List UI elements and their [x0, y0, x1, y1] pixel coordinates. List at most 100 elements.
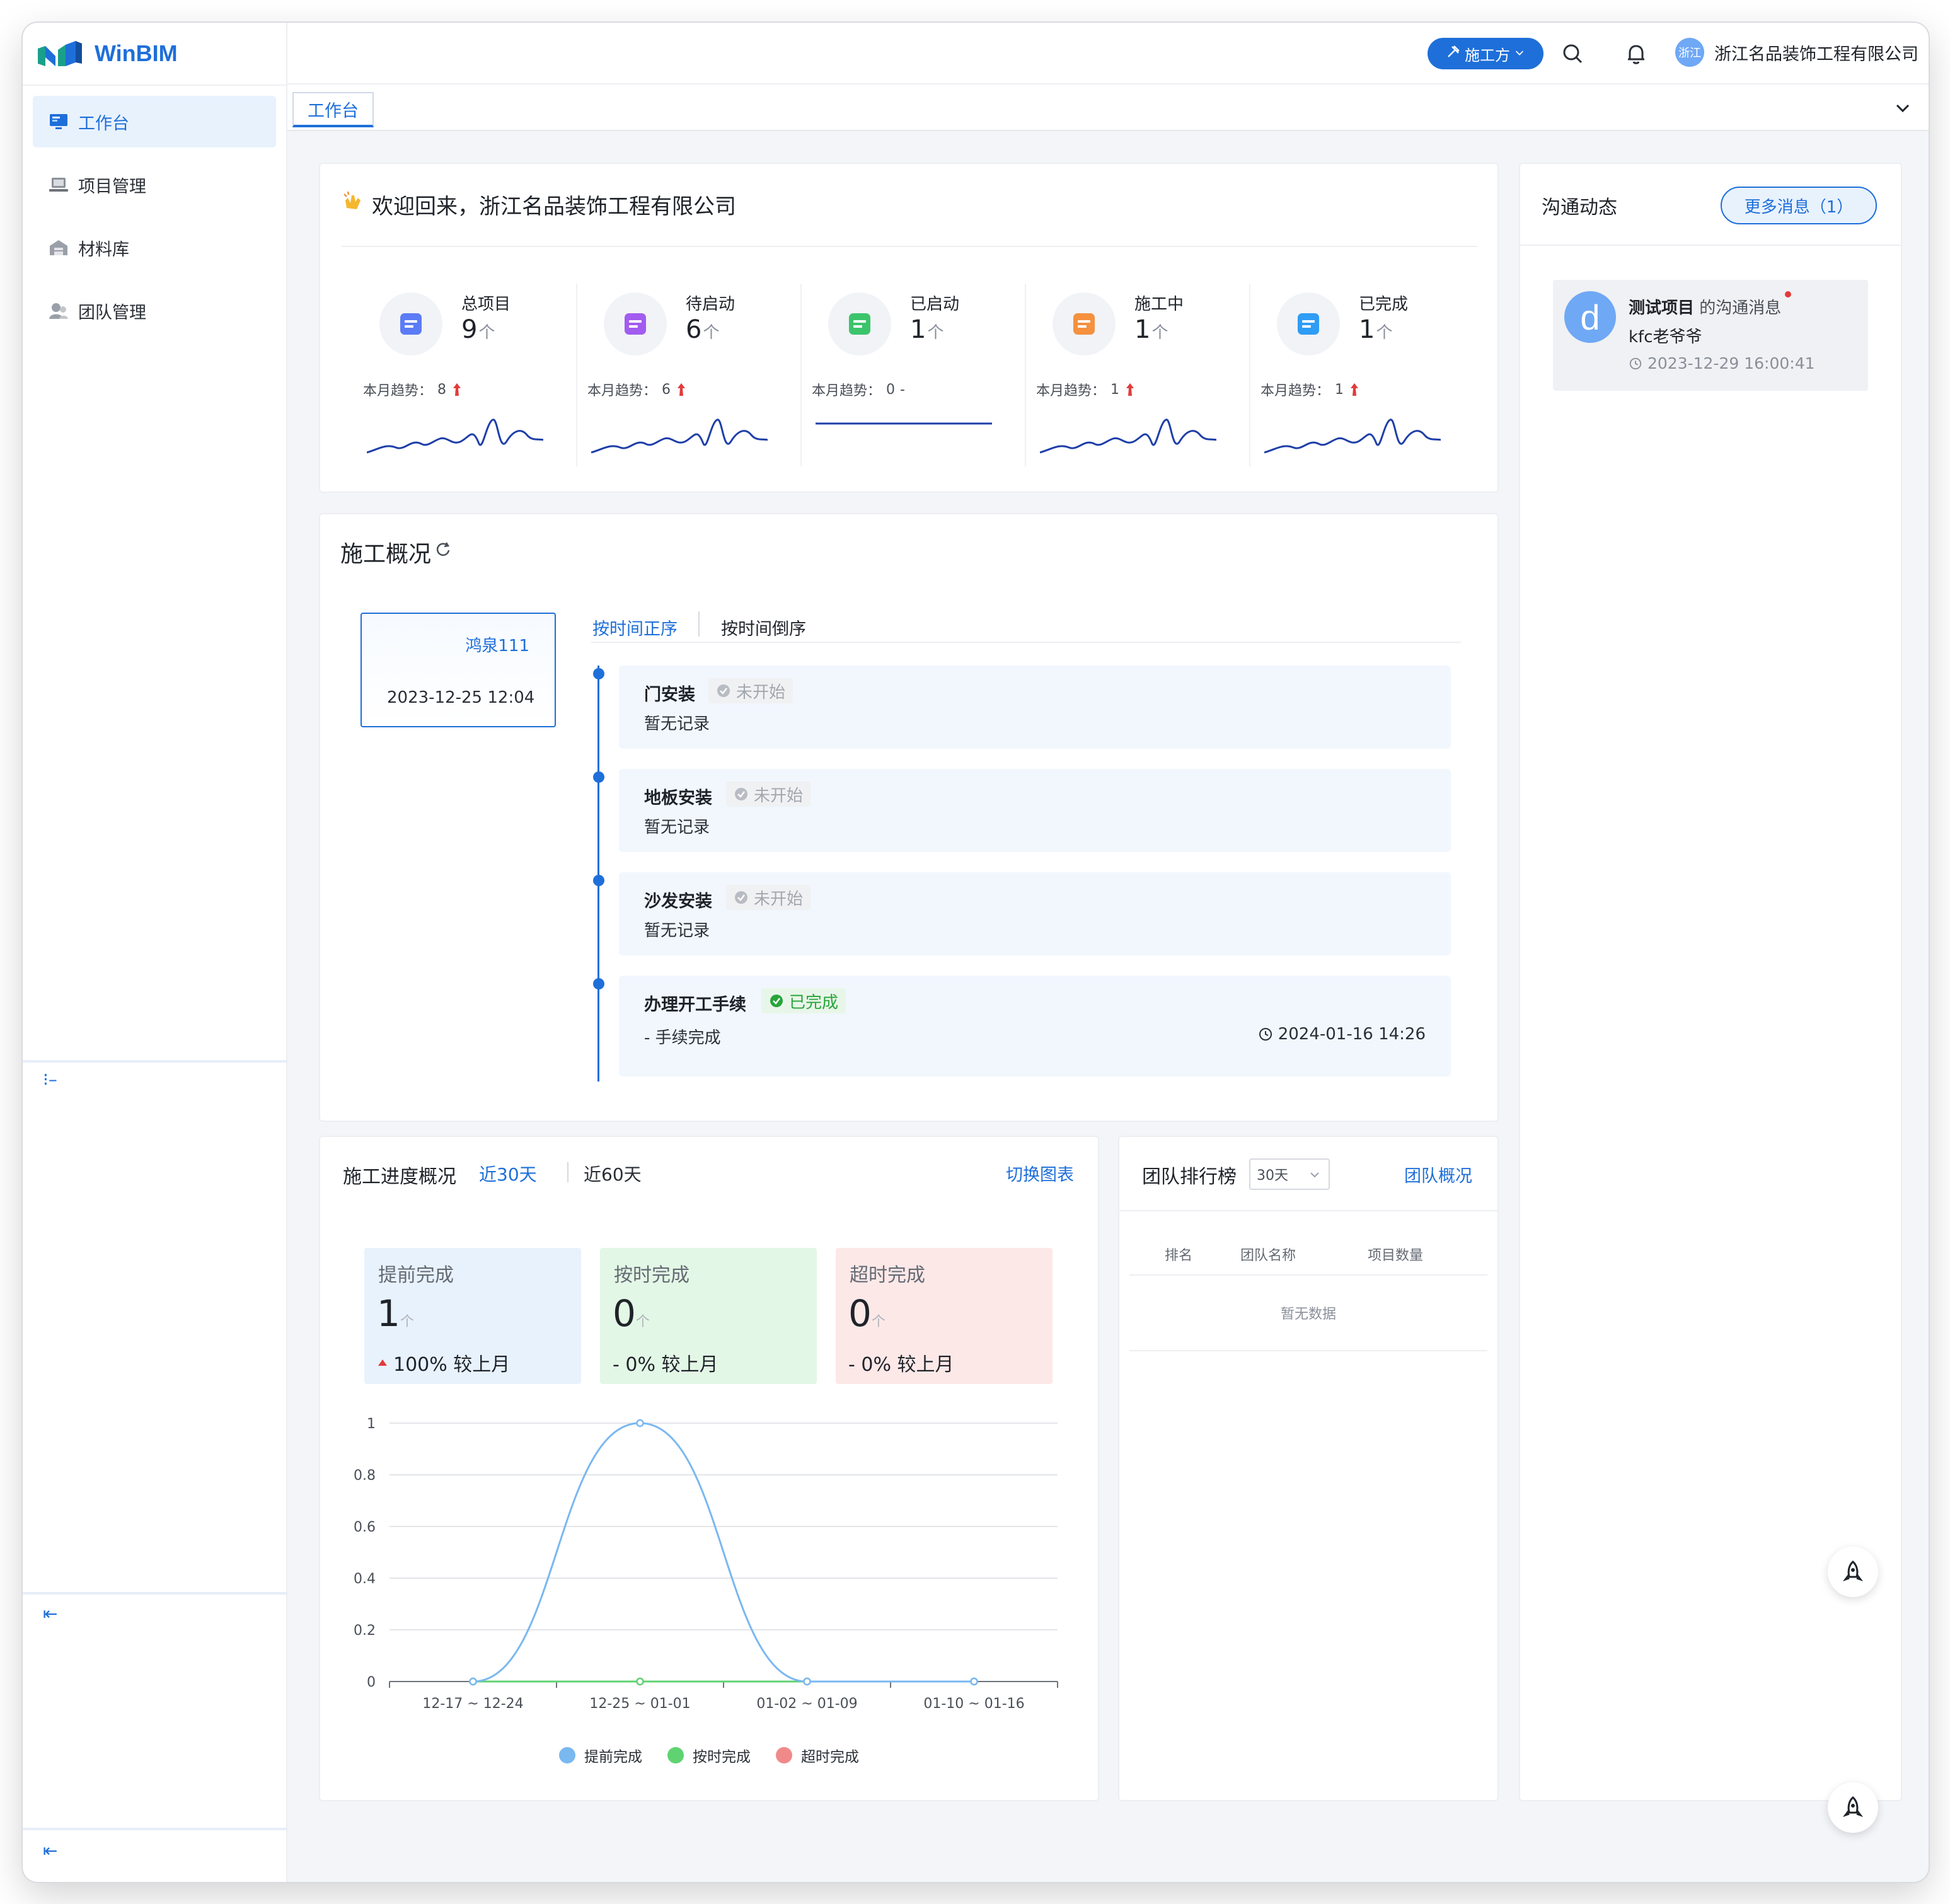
legend-item[interactable]: 超时完成	[776, 1745, 859, 1766]
legend-item[interactable]: 提前完成	[559, 1745, 642, 1766]
stat-card[interactable]: 已启动 1个 本月趋势： 0-	[790, 277, 1015, 466]
legend-swatch	[559, 1747, 575, 1763]
message-sender: kfc老爷爷	[1629, 328, 1702, 347]
table-header: 排名 团队名称 项目数量	[1129, 1225, 1487, 1276]
switch-chart-link[interactable]: 切换图表	[1006, 1161, 1074, 1186]
legend-label: 提前完成	[584, 1749, 642, 1765]
message-time: 2023-12-29 16:00:41	[1629, 354, 1815, 372]
collapse-menu-icon[interactable]: ⇤	[43, 1603, 57, 1624]
timeline-item[interactable]: 沙发安装 未开始 暂无记录	[619, 872, 1451, 955]
tab-range-30[interactable]: 近30天	[479, 1161, 537, 1186]
construction-title: 施工概况	[340, 541, 432, 567]
stat-trend: 本月趋势： 6	[587, 379, 687, 400]
sidebar-item-materials[interactable]: 材料库	[33, 222, 276, 274]
role-switch-button[interactable]: 施工方	[1428, 38, 1543, 69]
y-tick-label: 0.6	[354, 1520, 376, 1535]
stat-card[interactable]: 施工中 1个 本月趋势： 1	[1015, 277, 1239, 466]
message-suffix: 的沟通消息	[1699, 299, 1782, 318]
kpi-value: 0个	[613, 1292, 650, 1335]
check-circle-icon	[735, 788, 747, 800]
check-circle-icon	[735, 891, 747, 904]
task-time: 2024-01-16 14:26	[1258, 1025, 1426, 1044]
stat-label: 已启动	[910, 295, 960, 314]
welcome-text: 欢迎回来，浙江名品装饰工程有限公司	[372, 194, 736, 219]
divider	[567, 1162, 568, 1182]
tab-sort-asc[interactable]: 按时间正序	[592, 615, 678, 640]
trend-up-icon	[1126, 383, 1134, 396]
timeline-item[interactable]: 门安装 未开始 暂无记录	[619, 666, 1451, 749]
bell-icon[interactable]	[1622, 40, 1650, 68]
legend-item[interactable]: 按时完成	[667, 1745, 751, 1766]
winbim-logo-icon	[38, 41, 82, 66]
team-icon	[48, 300, 69, 321]
more-messages-button[interactable]: 更多消息（1）	[1721, 187, 1877, 224]
rocket-button[interactable]	[1828, 1547, 1878, 1597]
stat-card[interactable]: 待启动 6个 本月趋势： 6	[566, 277, 790, 466]
timeline-line	[597, 666, 599, 1082]
kpi-label: 超时完成	[850, 1264, 925, 1286]
x-tick-label: 01-02 ~ 01-09	[756, 1696, 857, 1712]
unread-dot	[1785, 291, 1791, 297]
stat-trend: 本月趋势： 0-	[812, 381, 905, 400]
sidebar-nav: 工作台 项目管理 材料库 团队管理	[23, 86, 286, 358]
collapse-menu-icon[interactable]: ⁝–	[43, 1069, 57, 1090]
tab-sort-desc[interactable]: 按时间倒序	[721, 615, 806, 640]
column-rank: 排名	[1165, 1248, 1193, 1264]
stat-card[interactable]: 总项目 9个 本月趋势： 8	[342, 277, 566, 466]
sidebar-item-team[interactable]: 团队管理	[33, 285, 276, 337]
legend-swatch	[667, 1747, 684, 1763]
timeline-dot	[593, 668, 604, 679]
x-tick-label: 12-17 ~ 12-24	[422, 1696, 523, 1712]
stat-value: 1个	[910, 315, 944, 344]
status-badge: 未开始	[726, 885, 811, 910]
tab-range-60[interactable]: 近60天	[584, 1161, 642, 1186]
progress-line-chart: 0 0.2 0.4 0.6 0.8 1 12-17 ~ 12-24 12-25 ~ 01-01…	[354, 1416, 1058, 1712]
data-point	[803, 1677, 811, 1686]
rocket-button[interactable]	[1828, 1782, 1878, 1833]
collapse-menu-icon[interactable]: ⇤	[43, 1840, 57, 1861]
task-name: 地板安装	[644, 788, 712, 808]
rocket-icon	[1842, 1561, 1864, 1581]
search-icon[interactable]	[1559, 40, 1587, 68]
kpi-compare: - 0% 较上月	[613, 1354, 718, 1376]
tab-workbench[interactable]: 工作台	[292, 92, 374, 127]
stat-value: 1个	[1359, 315, 1393, 344]
sidebar-item-label: 项目管理	[78, 176, 146, 197]
timeline-dot	[593, 771, 604, 783]
message-item[interactable]: d 测试项目 的沟通消息 kfc老爷爷 2023-12-29 16:00:41	[1553, 280, 1868, 391]
refresh-icon[interactable]	[434, 539, 453, 558]
avatar: 浙江	[1675, 38, 1704, 67]
sidebar-item-projects[interactable]: 项目管理	[33, 159, 276, 211]
kpi-label: 按时完成	[614, 1264, 689, 1286]
column-team-name: 团队名称	[1240, 1248, 1296, 1264]
legend-label: 按时完成	[693, 1749, 751, 1765]
communication-title: 沟通动态	[1542, 197, 1617, 219]
triangle-up-icon	[378, 1359, 387, 1366]
trend-up-icon	[453, 383, 461, 396]
timeline-item[interactable]: 地板安装 未开始 暂无记录	[619, 769, 1451, 852]
task-name: 门安装	[644, 685, 695, 705]
stat-icon	[828, 292, 891, 355]
trend-up-icon	[1351, 383, 1359, 396]
progress-card: 施工进度概况 近30天 近60天 切换图表 提前完成 1个 100% 较上月 按…	[319, 1136, 1099, 1801]
task-description: - 手续完成	[644, 1029, 721, 1047]
team-overview-link[interactable]: 团队概况	[1404, 1162, 1472, 1187]
period-select[interactable]: 30天	[1249, 1158, 1330, 1190]
company-menu[interactable]: 浙江 浙江名品装饰工程有限公司	[1675, 38, 1918, 67]
kpi-card: 超时完成 0个 - 0% 较上月	[836, 1248, 1053, 1384]
project-card[interactable]: 鸿泉111 2023-12-25 12:04	[361, 613, 556, 727]
stat-label: 已完成	[1359, 295, 1409, 314]
column-project-count: 项目数量	[1368, 1248, 1424, 1264]
timeline-item[interactable]: 办理开工手续 已完成 - 手续完成 2024-01-16 14:26	[619, 976, 1451, 1076]
logo[interactable]: WinBIM	[23, 23, 286, 86]
trend-flat-icon: -	[900, 381, 905, 398]
sparkline	[816, 422, 992, 425]
chevron-down-icon[interactable]	[1893, 98, 1912, 117]
sidebar-item-workbench[interactable]: 工作台	[33, 96, 276, 147]
stat-card[interactable]: 已完成 1个 本月趋势： 1	[1239, 277, 1463, 466]
construction-overview-card: 施工概况 鸿泉111 2023-12-25 12:04 按时间正序 按时间倒序 …	[319, 513, 1499, 1122]
period-value: 30天	[1257, 1168, 1288, 1184]
project-date: 2023-12-25 12:04	[387, 688, 535, 707]
role-label: 施工方	[1465, 46, 1510, 64]
sparkline	[1264, 418, 1441, 454]
